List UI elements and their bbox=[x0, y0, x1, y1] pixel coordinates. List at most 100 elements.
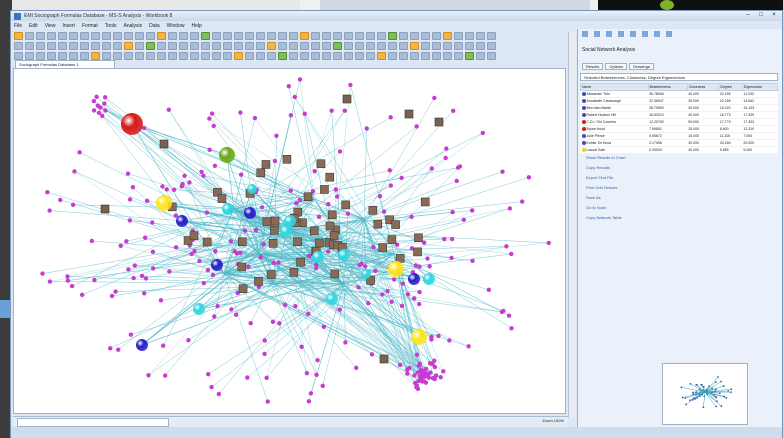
column-header[interactable]: Name bbox=[580, 83, 649, 91]
toolbar-button[interactable] bbox=[80, 42, 89, 50]
table-row[interactable]: Kohler Sir Hood 2.17056 30.000 20.160 20.000 bbox=[580, 139, 778, 147]
toolbar-button[interactable] bbox=[256, 42, 265, 50]
action-link[interactable]: Show Results in Chart bbox=[580, 153, 778, 163]
toolbar-button[interactable] bbox=[69, 32, 78, 40]
toolbar-button[interactable] bbox=[212, 52, 221, 60]
toolbar-button[interactable] bbox=[146, 52, 155, 60]
column-header[interactable]: Closeness bbox=[686, 83, 720, 91]
table-row[interactable]: Julie Pieroe 5.55672 15.000 11.100 7.000 bbox=[580, 132, 778, 140]
toolbar-button[interactable] bbox=[421, 32, 430, 40]
table-row[interactable]: Robert Hudson Hill 16.53213 40.000 16.773 17… bbox=[580, 111, 778, 119]
toolbar-button[interactable] bbox=[322, 52, 331, 60]
toolbar-button[interactable] bbox=[47, 32, 56, 40]
action-link[interactable]: Save As bbox=[580, 193, 778, 203]
panel-tool-icon[interactable] bbox=[594, 31, 600, 37]
table-row[interactable]: Ben Alan Martin 28.79893 30.000 15.220 15.10… bbox=[580, 104, 778, 112]
table-row[interactable]: Annabelle Cavanaugh 22.36547 35.000 22.155 1… bbox=[580, 97, 778, 105]
toolbar-button[interactable] bbox=[179, 52, 188, 60]
menu-help[interactable]: Help bbox=[191, 23, 201, 29]
toolbar-button[interactable] bbox=[443, 32, 452, 40]
toolbar-button[interactable] bbox=[443, 52, 452, 60]
toolbar-button[interactable] bbox=[355, 52, 364, 60]
toolbar-button[interactable] bbox=[476, 52, 485, 60]
tab-drawings[interactable]: Drawings bbox=[629, 63, 654, 70]
toolbar-button[interactable] bbox=[25, 52, 34, 60]
menu-window[interactable]: Window bbox=[167, 23, 185, 29]
toolbar-button[interactable] bbox=[168, 42, 177, 50]
action-link[interactable]: Copy Network Table bbox=[580, 213, 778, 223]
network-minimap[interactable] bbox=[662, 363, 748, 425]
toolbar-button[interactable] bbox=[355, 32, 364, 40]
toolbar-button[interactable] bbox=[212, 42, 221, 50]
toolbar-button[interactable] bbox=[14, 52, 23, 60]
panel-tool-icon[interactable] bbox=[582, 31, 588, 37]
toolbar-button[interactable] bbox=[322, 42, 331, 50]
toolbar-button[interactable] bbox=[421, 42, 430, 50]
toolbar-button[interactable] bbox=[476, 42, 485, 50]
toolbar-button[interactable] bbox=[91, 42, 100, 50]
toolbar-button[interactable] bbox=[168, 52, 177, 60]
toolbar-button[interactable] bbox=[366, 32, 375, 40]
maximize-button[interactable]: □ bbox=[757, 12, 765, 18]
table-row[interactable]: C.D.I. Old Couriers 12.20763 50.000 17.779 1… bbox=[580, 118, 778, 126]
menu-insert[interactable]: Insert bbox=[62, 23, 75, 29]
panel-tool-icon[interactable] bbox=[654, 31, 660, 37]
menu-edit[interactable]: Edit bbox=[29, 23, 38, 29]
panel-tool-icon[interactable] bbox=[618, 31, 624, 37]
toolbar-button[interactable] bbox=[168, 32, 177, 40]
toolbar-button[interactable] bbox=[58, 32, 67, 40]
toolbar-button[interactable] bbox=[47, 42, 56, 50]
toolbar-button[interactable] bbox=[146, 42, 155, 50]
toolbar-button[interactable] bbox=[135, 32, 144, 40]
toolbar-button[interactable] bbox=[333, 42, 342, 50]
action-link[interactable]: Export Text File bbox=[580, 173, 778, 183]
toolbar-button[interactable] bbox=[322, 32, 331, 40]
formula-input[interactable] bbox=[17, 418, 169, 427]
toolbar-button[interactable] bbox=[344, 42, 353, 50]
toolbar-button[interactable] bbox=[245, 52, 254, 60]
toolbar-button[interactable] bbox=[201, 42, 210, 50]
toolbar-button[interactable] bbox=[190, 32, 199, 40]
toolbar-button[interactable] bbox=[410, 32, 419, 40]
menu-data[interactable]: Data bbox=[149, 23, 160, 29]
toolbar-button[interactable] bbox=[113, 32, 122, 40]
toolbar-button[interactable] bbox=[388, 32, 397, 40]
toolbar-button[interactable] bbox=[289, 32, 298, 40]
toolbar-button[interactable] bbox=[377, 52, 386, 60]
toolbar-button[interactable] bbox=[399, 32, 408, 40]
column-header[interactable]: Eigenvector bbox=[741, 83, 779, 91]
toolbar-button[interactable] bbox=[102, 42, 111, 50]
toolbar-button[interactable] bbox=[300, 42, 309, 50]
toolbar-button[interactable] bbox=[377, 32, 386, 40]
toolbar-button[interactable] bbox=[80, 32, 89, 40]
menu-format[interactable]: Format bbox=[82, 23, 98, 29]
toolbar-button[interactable] bbox=[487, 42, 496, 50]
action-link[interactable]: Print Grid Results bbox=[580, 183, 778, 193]
toolbar-button[interactable] bbox=[432, 42, 441, 50]
toolbar-button[interactable] bbox=[300, 32, 309, 40]
toolbar-button[interactable] bbox=[300, 52, 309, 60]
toolbar-button[interactable] bbox=[80, 52, 89, 60]
toolbar-button[interactable] bbox=[234, 42, 243, 50]
toolbar-button[interactable] bbox=[432, 32, 441, 40]
toolbar-button[interactable] bbox=[234, 32, 243, 40]
toolbar-button[interactable] bbox=[124, 32, 133, 40]
toolbar-button[interactable] bbox=[476, 32, 485, 40]
toolbar-button[interactable] bbox=[278, 32, 287, 40]
toolbar-button[interactable] bbox=[366, 52, 375, 60]
toolbar-button[interactable] bbox=[278, 52, 287, 60]
toolbar-button[interactable] bbox=[157, 42, 166, 50]
toolbar-button[interactable] bbox=[410, 52, 419, 60]
menu-file[interactable]: File bbox=[14, 23, 22, 29]
action-link[interactable]: Copy Results bbox=[580, 163, 778, 173]
toolbar-button[interactable] bbox=[311, 42, 320, 50]
toolbar-button[interactable] bbox=[113, 42, 122, 50]
table-row[interactable]: Bryan Hood 7.56892 25.000 8.600 12.310 bbox=[580, 125, 778, 133]
toolbar-button[interactable] bbox=[410, 42, 419, 50]
panel-tool-icon[interactable] bbox=[666, 31, 672, 37]
toolbar-button[interactable] bbox=[102, 52, 111, 60]
toolbar-button[interactable] bbox=[289, 42, 298, 50]
toolbar-button[interactable] bbox=[146, 32, 155, 40]
toolbar-button[interactable] bbox=[465, 32, 474, 40]
menu-view[interactable]: View bbox=[45, 23, 56, 29]
